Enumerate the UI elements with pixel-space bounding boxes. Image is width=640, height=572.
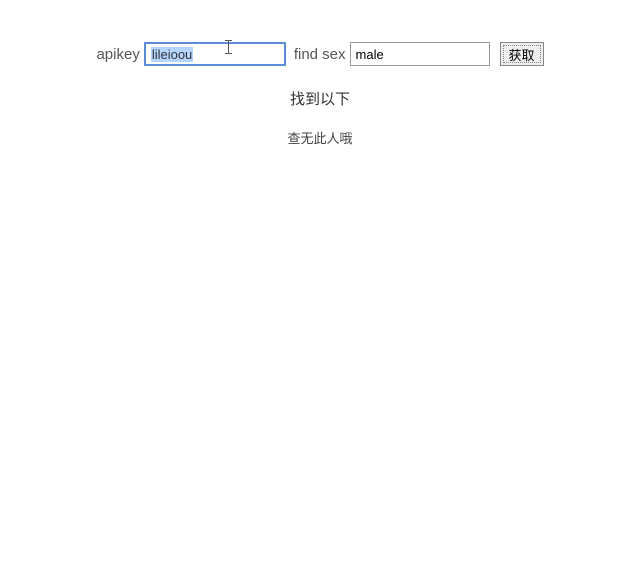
findsex-label: find sex: [294, 46, 346, 63]
fetch-button[interactable]: 获取: [500, 42, 544, 66]
apikey-value-selected: lileioou: [151, 47, 193, 62]
results-header: 找到以下: [0, 88, 640, 109]
apikey-label: apikey: [96, 46, 139, 63]
findsex-input[interactable]: [350, 42, 490, 66]
results-message: 查无此人哦: [0, 128, 640, 147]
search-form: apikey lileioou find sex 获取: [0, 42, 640, 66]
apikey-input[interactable]: lileioou: [144, 42, 286, 66]
